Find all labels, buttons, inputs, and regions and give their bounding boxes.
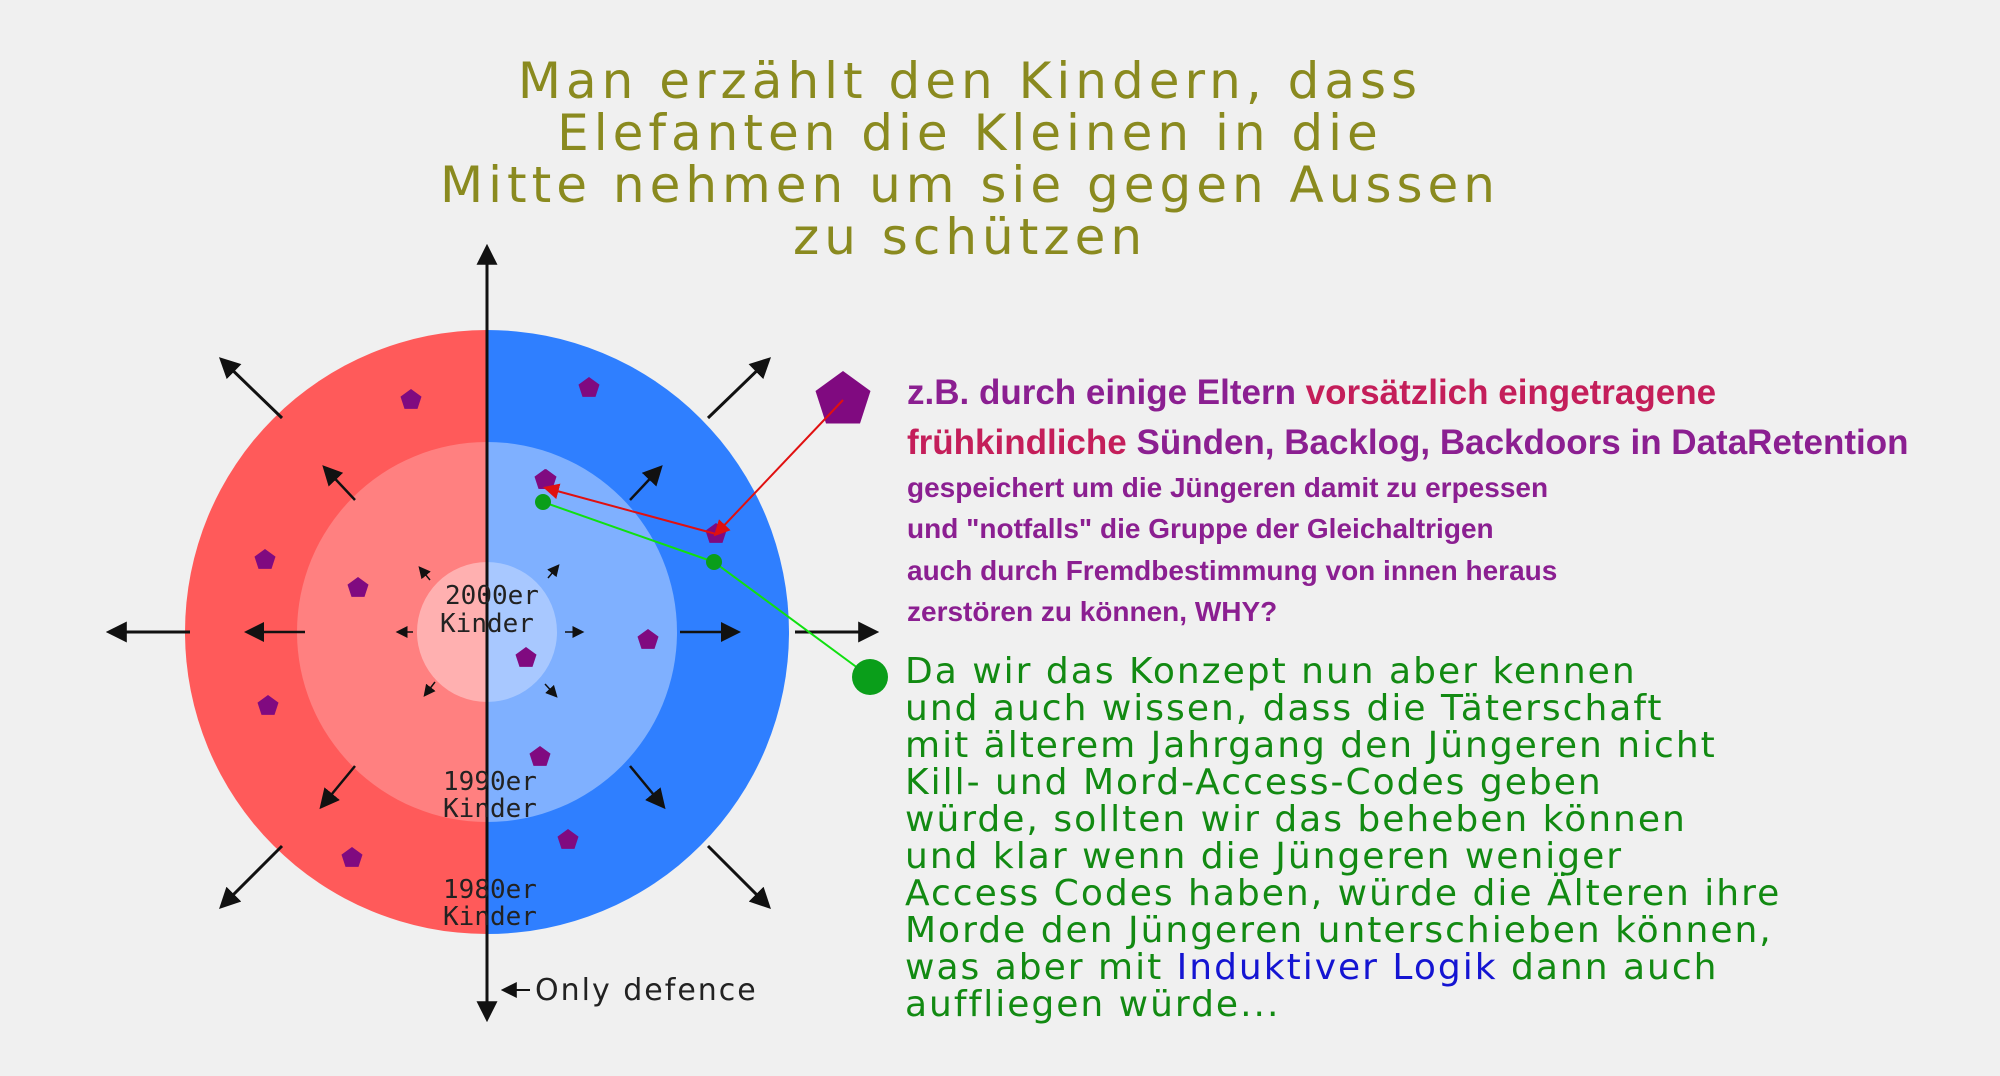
large-pentagon-marker [815, 371, 871, 424]
purple-line-1-pre: z.B. durch einige Eltern [907, 373, 1306, 412]
inner-ring-label-kinder: Kinder [440, 609, 534, 639]
green-line-9-post: dann auch [1498, 947, 1719, 988]
inner-ring-label-year: 2000er [445, 581, 539, 611]
outer-ring-label-kinder: Kinder [443, 902, 537, 932]
outer-arrow-bottom-right [706, 844, 771, 909]
outer-arrow-top-right [706, 357, 772, 420]
inductive-logic-highlight: Induktiver Logik [1177, 947, 1498, 988]
middle-ring-label-year: 1990er [443, 767, 537, 797]
green-line-3: mit älterem Jahrgang den Jüngeren nicht [905, 725, 1717, 766]
title-line-3: Mitte nehmen um sie gegen Aussen [440, 156, 1500, 214]
purple-line-2-post: Sünden, Backlog, Backdoors in DataRetent… [1127, 423, 1909, 462]
diagram-canvas: Man erzählt den Kindern, dass Elefanten … [105, 52, 1909, 1025]
outer-arrow-top-left [218, 357, 284, 420]
title-line-4: zu schützen [793, 208, 1147, 266]
middle-ring-label-kinder: Kinder [443, 794, 537, 824]
defence-label: Only defence [535, 973, 758, 1008]
green-line-10: auffliegen würde... [905, 984, 1280, 1025]
purple-line-4: und "notfalls" die Gruppe der Gleichaltr… [907, 513, 1494, 544]
green-line-7: Access Codes haben, würde die Älteren ih… [905, 872, 1781, 914]
purple-line-1: z.B. durch einige Eltern vorsätzlich ein… [907, 373, 1716, 412]
green-line-5: würde, sollten wir das beheben können [905, 799, 1687, 840]
green-line-2: und auch wissen, dass die Täterschaft [905, 688, 1663, 729]
title-line-1: Man erzählt den Kindern, dass [518, 52, 1422, 110]
purple-line-6: zerstören zu können, WHY? [907, 596, 1277, 627]
purple-line-5: auch durch Fremdbestimmung von innen her… [907, 555, 1557, 586]
ring-diagram: 2000er Kinder 1990er Kinder 1980er Kinde… [105, 243, 888, 1023]
green-line-9: was aber mit Induktiver Logik dann auch [905, 947, 1718, 988]
purple-line-2: frühkindliche Sünden, Backlog, Backdoors… [907, 423, 1909, 462]
green-line-4: Kill- und Mord-Access-Codes geben [905, 762, 1603, 803]
title: Man erzählt den Kindern, dass Elefanten … [440, 52, 1500, 266]
purple-line-3: gespeichert um die Jüngeren damit zu erp… [907, 472, 1548, 503]
green-line-8: Morde den Jüngeren unterschieben können, [905, 910, 1773, 951]
title-line-2: Elefanten die Kleinen in die [557, 104, 1383, 162]
outer-arrow-bottom-left [219, 844, 284, 909]
green-text-block: Da wir das Konzept nun aber kennen und a… [905, 651, 1781, 1025]
outer-ring-label-year: 1980er [443, 875, 537, 905]
green-line-9-pre: was aber mit [905, 947, 1177, 988]
green-dot-small [706, 554, 722, 570]
purple-text-block: z.B. durch einige Eltern vorsätzlich ein… [907, 373, 1909, 627]
purple-line-2-highlight: frühkindliche [907, 423, 1127, 462]
purple-line-1-highlight: vorsätzlich eingetragene [1306, 373, 1716, 412]
green-line-1: Da wir das Konzept nun aber kennen [905, 651, 1637, 692]
green-dot-small [535, 494, 551, 510]
green-line-6: und klar wenn die Jüngeren weniger [905, 836, 1623, 877]
green-dot-large [852, 659, 888, 695]
